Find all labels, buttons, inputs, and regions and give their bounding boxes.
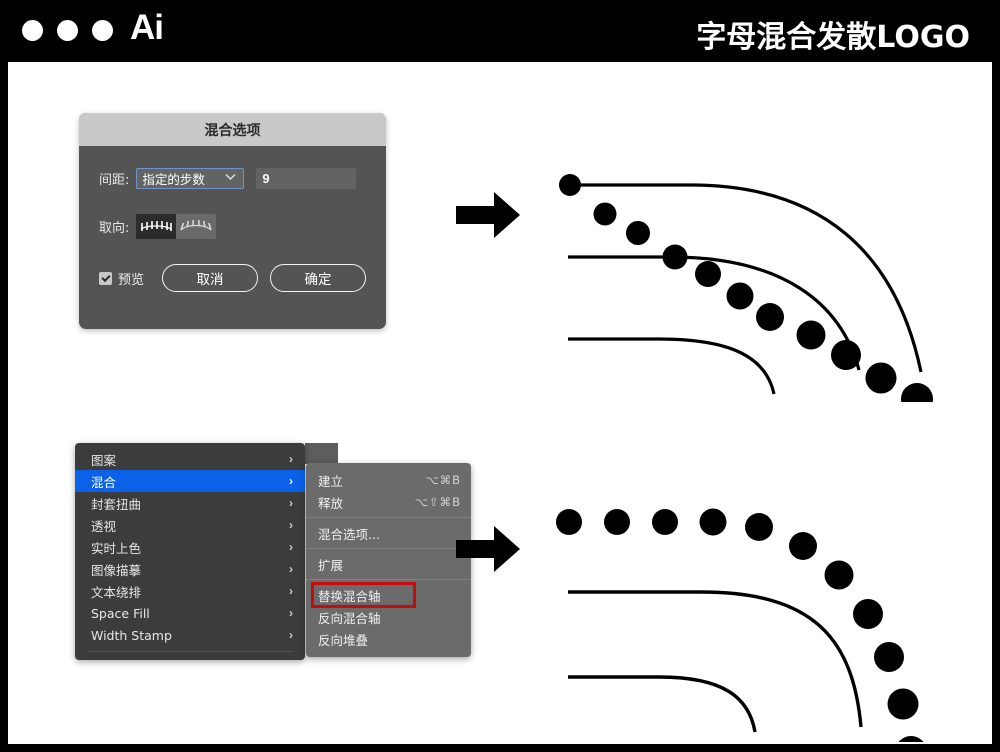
window-close-dot[interactable] xyxy=(22,20,43,41)
submenu-item-reverse-front-to-back[interactable]: 反向堆叠 xyxy=(306,628,471,650)
orientation-label: 取向: xyxy=(99,221,130,236)
submenu-item-expand[interactable]: 扩展 xyxy=(306,553,471,575)
preview-checkbox[interactable]: 预览 xyxy=(99,269,144,288)
submenu-chevron-icon: › xyxy=(289,540,293,554)
submenu-item-shortcut: ⌥⌘B xyxy=(425,473,461,487)
submenu-item-reverse-spine[interactable]: 反向混合轴 xyxy=(306,606,471,628)
menu-item-label: 封套扭曲 xyxy=(91,496,142,512)
orientation-row: 取向: xyxy=(99,214,217,239)
menu-item-perspective[interactable]: 透视 › xyxy=(75,514,305,536)
spacing-row: 间距: 指定的步数 9 xyxy=(99,168,357,189)
dialog-body: 间距: 指定的步数 9 取向: 预览 取消 确定 xyxy=(79,146,386,329)
dialog-title: 混合选项 xyxy=(79,113,386,146)
spacing-label: 间距: xyxy=(99,173,130,188)
steps-input[interactable]: 9 xyxy=(256,168,357,189)
window-maximize-dot[interactable] xyxy=(92,20,113,41)
top-illustration xyxy=(541,102,951,415)
document-title: 字母混合发散LOGO xyxy=(696,20,970,55)
app-window: Ai 字母混合发散LOGO 混合选项 间距: 指定的步数 9 取向: 预览 取消… xyxy=(0,0,1000,752)
menu-top-strip xyxy=(305,443,338,464)
submenu-item-make[interactable]: 建立 ⌥⌘B xyxy=(306,469,471,491)
bottom-illustration xyxy=(541,442,951,752)
submenu-item-label: 扩展 xyxy=(318,557,344,573)
submenu-item-replace-spine[interactable]: 替换混合轴 xyxy=(311,582,416,608)
preview-label: 预览 xyxy=(118,272,145,288)
window-controls[interactable] xyxy=(22,20,113,41)
chevron-down-icon xyxy=(225,173,236,184)
submenu-item-label: 建立 xyxy=(318,473,344,489)
submenu-chevron-icon: › xyxy=(289,452,293,466)
menu-item-space-fill[interactable]: Space Fill › xyxy=(75,602,305,624)
menu-item-label: 实时上色 xyxy=(91,540,142,556)
submenu-item-label: 反向混合轴 xyxy=(318,610,381,626)
cancel-button[interactable]: 取消 xyxy=(162,264,259,292)
menu-item-label: Space Fill xyxy=(91,605,150,621)
spacing-select-value: 指定的步数 xyxy=(142,172,205,187)
steps-input-value: 9 xyxy=(262,171,270,186)
title-bar: Ai 字母混合发散LOGO xyxy=(0,0,1000,62)
submenu-item-label: 替换混合轴 xyxy=(318,588,381,604)
submenu-divider xyxy=(306,548,471,549)
menu-item-pattern[interactable]: 图案 › xyxy=(75,448,305,470)
dialog-actions-row: 预览 取消 确定 xyxy=(99,264,369,292)
orientation-button-group[interactable] xyxy=(136,214,217,239)
menu-divider xyxy=(87,651,293,652)
context-submenu-blend[interactable]: 建立 ⌥⌘B 释放 ⌥⇧⌘B 混合选项... 扩展 替换混合轴 反向混合轴 反向… xyxy=(306,463,471,657)
align-to-page-icon[interactable] xyxy=(136,214,177,239)
submenu-chevron-icon: › xyxy=(289,628,293,642)
submenu-chevron-icon: › xyxy=(289,606,293,620)
menu-item-image-trace[interactable]: 图像描摹 › xyxy=(75,558,305,580)
submenu-item-label: 反向堆叠 xyxy=(318,632,369,648)
submenu-item-blend-options[interactable]: 混合选项... xyxy=(306,522,471,544)
blend-options-dialog: 混合选项 间距: 指定的步数 9 取向: 预览 取消 确定 xyxy=(79,113,386,329)
submenu-item-label: 释放 xyxy=(318,495,344,511)
submenu-chevron-icon: › xyxy=(289,474,293,488)
submenu-item-shortcut: ⌥⇧⌘B xyxy=(414,495,461,509)
artboard-canvas: 混合选项 间距: 指定的步数 9 取向: 预览 取消 确定 图案 › 混合 › … xyxy=(8,62,992,752)
submenu-item-release[interactable]: 释放 ⌥⇧⌘B xyxy=(306,491,471,513)
menu-item-label: 图像描摹 xyxy=(91,562,142,578)
app-logo-ai: Ai xyxy=(130,8,164,47)
right-arrow-icon-top xyxy=(456,190,521,245)
right-arrow-icon-bottom xyxy=(456,524,521,579)
menu-item-label: 文本绕排 xyxy=(91,584,142,600)
menu-item-label: 混合 xyxy=(91,474,117,490)
submenu-chevron-icon: › xyxy=(289,496,293,510)
context-menu-main[interactable]: 图案 › 混合 › 封套扭曲 › 透视 › 实时上色 › 图像描摹 › 文本绕排… xyxy=(75,443,305,660)
menu-item-width-stamp[interactable]: Width Stamp › xyxy=(75,624,305,646)
submenu-chevron-icon: › xyxy=(289,562,293,576)
spacing-select[interactable]: 指定的步数 xyxy=(136,168,245,189)
menu-item-envelope-distort[interactable]: 封套扭曲 › xyxy=(75,492,305,514)
window-minimize-dot[interactable] xyxy=(57,20,78,41)
submenu-chevron-icon: › xyxy=(289,518,293,532)
menu-item-live-paint[interactable]: 实时上色 › xyxy=(75,536,305,558)
align-to-path-icon[interactable] xyxy=(176,214,216,239)
submenu-chevron-icon: › xyxy=(289,584,293,598)
submenu-divider xyxy=(306,579,471,580)
checkmark-icon xyxy=(99,271,112,285)
submenu-divider xyxy=(306,517,471,518)
menu-item-label: 图案 xyxy=(91,452,117,468)
menu-item-label: 透视 xyxy=(91,518,117,534)
menu-item-blend[interactable]: 混合 › xyxy=(75,470,305,492)
submenu-item-label: 混合选项... xyxy=(318,526,380,542)
menu-item-label: Width Stamp xyxy=(91,627,172,643)
menu-item-text-wrap[interactable]: 文本绕排 › xyxy=(75,580,305,602)
ok-button[interactable]: 确定 xyxy=(270,264,367,292)
